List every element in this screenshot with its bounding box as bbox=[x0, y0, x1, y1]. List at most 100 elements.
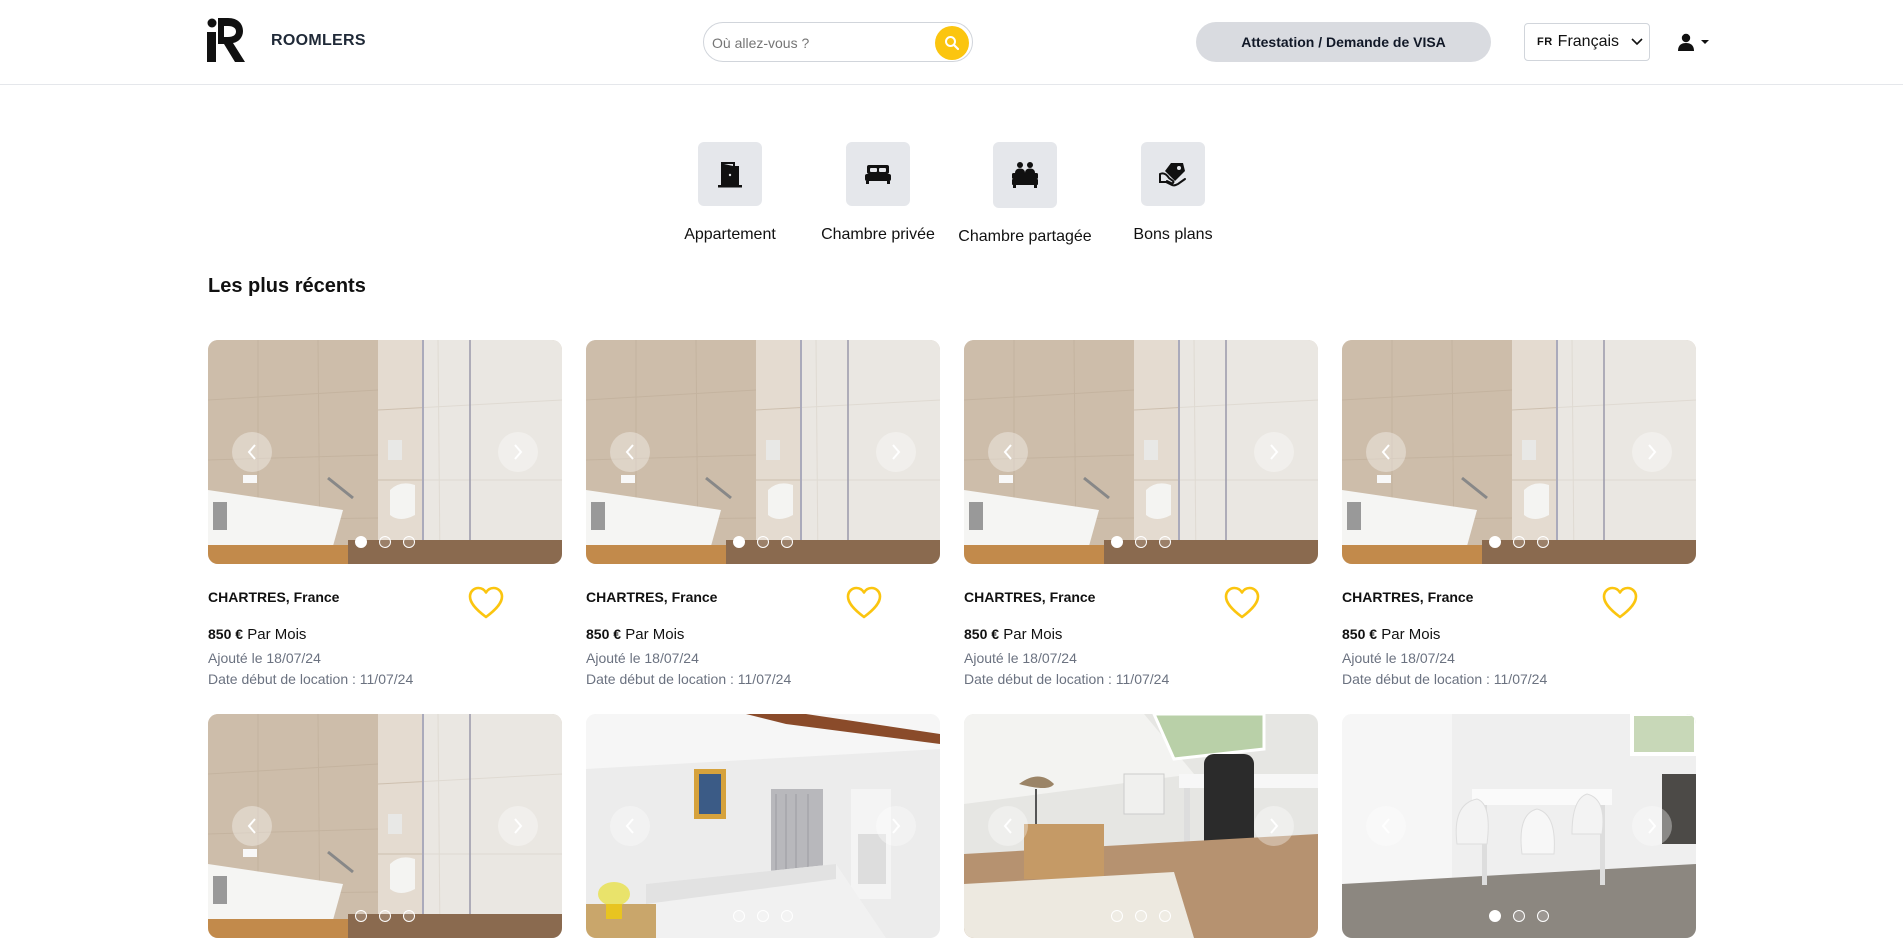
language-label: Français bbox=[1557, 33, 1620, 50]
listing-card[interactable]: CHARTRES, France 850 € Par Mois Ajouté l… bbox=[208, 340, 562, 687]
price-amount: 850 € bbox=[1342, 626, 1378, 642]
category-chambre-privee[interactable]: Chambre privée bbox=[803, 142, 953, 244]
carousel-dot[interactable] bbox=[379, 910, 391, 922]
roomlers-logo[interactable] bbox=[204, 14, 246, 66]
carousel-dot[interactable] bbox=[1135, 536, 1147, 548]
favorite-heart-icon[interactable] bbox=[1602, 586, 1638, 620]
chevron-down-icon bbox=[1631, 38, 1643, 46]
category-bons-plans[interactable]: Bons plans bbox=[1098, 142, 1248, 244]
listing-card[interactable] bbox=[964, 714, 1318, 938]
price-amount: 850 € bbox=[586, 626, 622, 642]
carousel-next-button[interactable] bbox=[498, 806, 538, 846]
chevron-right-icon bbox=[1648, 818, 1657, 834]
carousel-dot[interactable] bbox=[403, 910, 415, 922]
carousel-next-button[interactable] bbox=[498, 432, 538, 472]
carousel-dot[interactable] bbox=[1159, 536, 1171, 548]
chevron-right-icon bbox=[1270, 444, 1279, 460]
carousel-dot[interactable] bbox=[379, 536, 391, 548]
chevron-left-icon bbox=[1003, 444, 1012, 460]
search-bar bbox=[703, 22, 973, 62]
carousel-dot[interactable] bbox=[781, 536, 793, 548]
listing-photo[interactable] bbox=[964, 340, 1318, 564]
listing-card[interactable] bbox=[1342, 714, 1696, 938]
listing-added-date: Ajouté le 18/07/24 bbox=[1342, 650, 1455, 666]
carousel-next-button[interactable] bbox=[1632, 432, 1672, 472]
carousel-dot[interactable] bbox=[1513, 910, 1525, 922]
listing-photo[interactable] bbox=[586, 340, 940, 564]
carousel-dot[interactable] bbox=[1135, 910, 1147, 922]
carousel-dot[interactable] bbox=[757, 536, 769, 548]
carousel-dots bbox=[964, 910, 1318, 922]
carousel-next-button[interactable] bbox=[876, 432, 916, 472]
carousel-dot[interactable] bbox=[733, 536, 745, 548]
carousel-dot[interactable] bbox=[1513, 536, 1525, 548]
listing-added-date: Ajouté le 18/07/24 bbox=[586, 650, 699, 666]
category-appartement[interactable]: Appartement bbox=[655, 142, 805, 244]
carousel-dots bbox=[208, 910, 562, 922]
listing-city: CHARTRES, bbox=[964, 589, 1046, 605]
favorite-heart-icon[interactable] bbox=[846, 586, 882, 620]
carousel-prev-button[interactable] bbox=[988, 432, 1028, 472]
listing-photo[interactable] bbox=[1342, 714, 1696, 938]
user-menu-button[interactable] bbox=[1678, 30, 1714, 54]
carousel-dot[interactable] bbox=[1537, 536, 1549, 548]
chevron-left-icon bbox=[1381, 444, 1390, 460]
carousel-dots bbox=[208, 536, 562, 548]
carousel-dot[interactable] bbox=[781, 910, 793, 922]
listing-card[interactable]: CHARTRES, France 850 € Par Mois Ajouté l… bbox=[964, 340, 1318, 687]
shared-bed-icon bbox=[1012, 162, 1038, 188]
category-label: Bons plans bbox=[1133, 226, 1213, 243]
chevron-left-icon bbox=[1381, 818, 1390, 834]
carousel-dot[interactable] bbox=[1111, 910, 1123, 922]
carousel-prev-button[interactable] bbox=[988, 806, 1028, 846]
listing-card[interactable]: CHARTRES, France 850 € Par Mois Ajouté l… bbox=[586, 340, 940, 687]
listing-photo[interactable] bbox=[208, 714, 562, 938]
chevron-right-icon bbox=[514, 818, 523, 834]
listing-photo[interactable] bbox=[1342, 340, 1696, 564]
carousel-next-button[interactable] bbox=[1254, 806, 1294, 846]
carousel-prev-button[interactable] bbox=[610, 432, 650, 472]
carousel-prev-button[interactable] bbox=[1366, 806, 1406, 846]
price-period: Par Mois bbox=[1003, 626, 1063, 643]
category-chambre-partagee[interactable]: Chambre partagée bbox=[950, 142, 1100, 246]
carousel-dot[interactable] bbox=[355, 910, 367, 922]
listing-photo[interactable] bbox=[208, 340, 562, 564]
carousel-dot[interactable] bbox=[1111, 536, 1123, 548]
favorite-heart-icon[interactable] bbox=[1224, 586, 1260, 620]
favorite-heart-icon[interactable] bbox=[468, 586, 504, 620]
carousel-prev-button[interactable] bbox=[232, 432, 272, 472]
carousel-dot[interactable] bbox=[1489, 910, 1501, 922]
carousel-dot[interactable] bbox=[403, 536, 415, 548]
carousel-next-button[interactable] bbox=[876, 806, 916, 846]
carousel-dot[interactable] bbox=[1537, 910, 1549, 922]
language-selector[interactable]: FR Français bbox=[1524, 23, 1650, 61]
listing-price: 850 € Par Mois bbox=[586, 626, 684, 643]
listing-location: CHARTRES, France bbox=[1342, 589, 1473, 605]
carousel-dot[interactable] bbox=[355, 536, 367, 548]
carousel-prev-button[interactable] bbox=[610, 806, 650, 846]
search-button[interactable] bbox=[935, 26, 969, 60]
listing-start-date: Date début de location : 11/07/24 bbox=[586, 671, 792, 687]
listing-card[interactable] bbox=[208, 714, 562, 938]
visa-request-button[interactable]: Attestation / Demande de VISA bbox=[1196, 22, 1491, 62]
listing-card[interactable] bbox=[586, 714, 940, 938]
carousel-prev-button[interactable] bbox=[232, 806, 272, 846]
listing-card[interactable]: CHARTRES, France 850 € Par Mois Ajouté l… bbox=[1342, 340, 1696, 687]
carousel-dot[interactable] bbox=[1159, 910, 1171, 922]
brand-name[interactable]: ROOMLERS bbox=[271, 32, 366, 50]
listing-photo[interactable] bbox=[964, 714, 1318, 938]
carousel-prev-button[interactable] bbox=[1366, 432, 1406, 472]
category-icon-box bbox=[698, 142, 762, 206]
listing-city: CHARTRES, bbox=[208, 589, 290, 605]
carousel-dot[interactable] bbox=[733, 910, 745, 922]
carousel-dot[interactable] bbox=[757, 910, 769, 922]
listing-price: 850 € Par Mois bbox=[208, 626, 306, 643]
carousel-next-button[interactable] bbox=[1254, 432, 1294, 472]
listing-start-date: Date début de location : 11/07/24 bbox=[964, 671, 1170, 687]
chevron-right-icon bbox=[892, 818, 901, 834]
listing-city: CHARTRES, bbox=[1342, 589, 1424, 605]
listing-photo[interactable] bbox=[586, 714, 940, 938]
carousel-next-button[interactable] bbox=[1632, 806, 1672, 846]
carousel-dot[interactable] bbox=[1489, 536, 1501, 548]
search-input[interactable] bbox=[712, 32, 932, 54]
